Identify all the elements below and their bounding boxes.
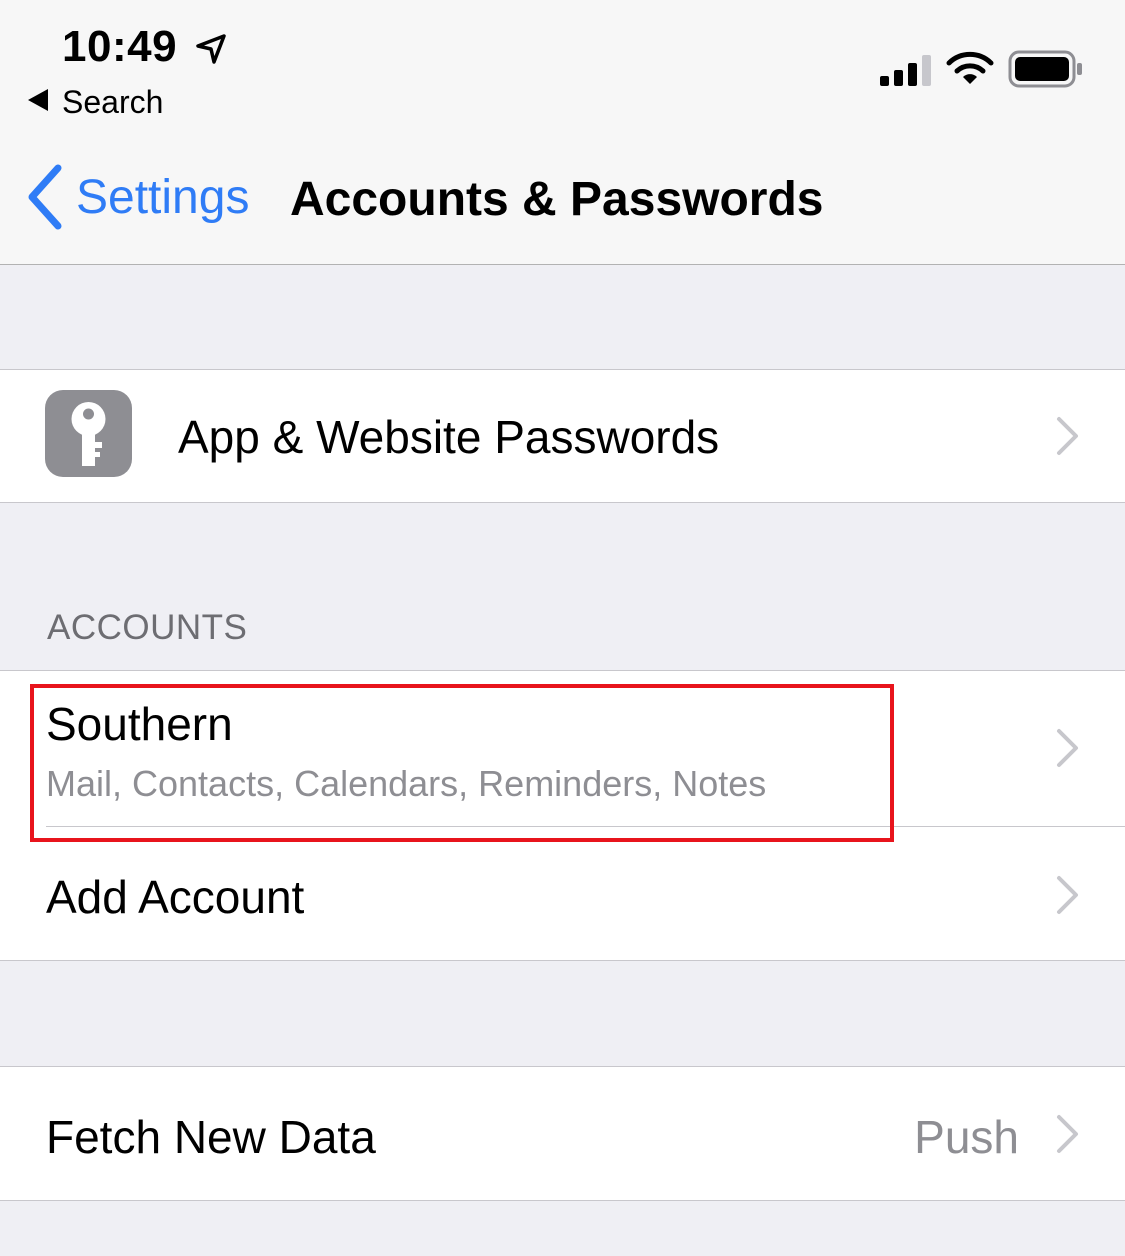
accounts-group: Southern Mail, Contacts, Calendars, Remi… (0, 670, 1125, 961)
passwords-app-icon (45, 390, 132, 477)
account-row-southern[interactable]: Southern Mail, Contacts, Calendars, Remi… (0, 671, 1125, 826)
battery-icon (1008, 50, 1082, 88)
add-account-label: Add Account (46, 871, 305, 923)
app-website-passwords-row[interactable]: App & Website Passwords (0, 370, 1125, 502)
fetch-new-data-row[interactable]: Fetch New Data Push (0, 1067, 1125, 1200)
passwords-label: App & Website Passwords (178, 411, 720, 463)
key-icon (71, 402, 106, 466)
wifi-icon (946, 51, 994, 84)
chevron-right-icon (1057, 876, 1078, 914)
page-title: Accounts & Passwords (290, 173, 824, 226)
navigation-bar: Settings Accounts & Passwords (0, 130, 1125, 265)
status-bar: 10:49 Search (0, 0, 1125, 130)
account-title: Southern (46, 698, 233, 750)
fetch-new-data-label: Fetch New Data (46, 1111, 376, 1163)
passwords-group: App & Website Passwords (0, 369, 1125, 503)
chevron-right-icon (1057, 1115, 1078, 1153)
fetch-new-data-value: Push (914, 1111, 1019, 1163)
chevron-right-icon (1057, 417, 1078, 455)
status-time: 10:49 (62, 22, 178, 71)
back-to-settings-button[interactable]: Settings (24, 164, 249, 230)
chevron-left-icon (28, 164, 62, 230)
accounts-section-header: ACCOUNTS (47, 608, 248, 647)
back-to-search-label: Search (62, 84, 164, 120)
cellular-signal-icon (880, 55, 931, 86)
back-to-settings-label: Settings (76, 170, 250, 224)
fetch-group: Fetch New Data Push (0, 1066, 1125, 1201)
back-to-search-button[interactable]: Search (28, 84, 163, 121)
location-arrow-icon (196, 34, 226, 64)
back-triangle-icon (28, 89, 48, 111)
account-services: Mail, Contacts, Calendars, Reminders, No… (46, 763, 767, 804)
chevron-right-icon (1057, 729, 1078, 767)
add-account-row[interactable]: Add Account (0, 826, 1125, 960)
